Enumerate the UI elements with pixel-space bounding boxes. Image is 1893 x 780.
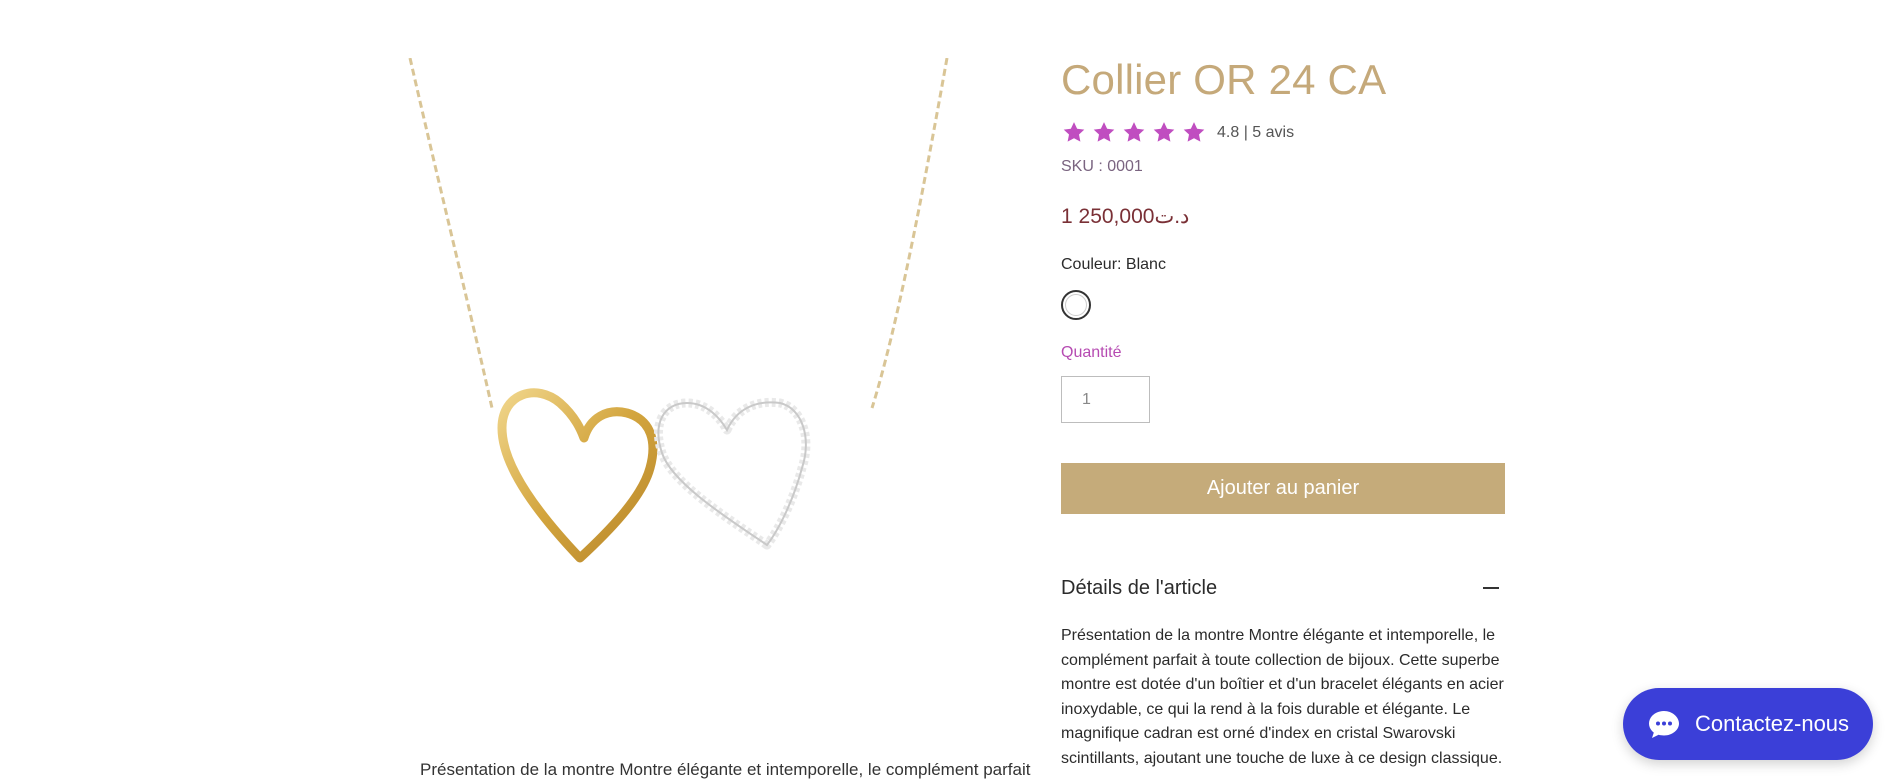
contact-us-label: Contactez-nous [1694, 711, 1850, 736]
details-title: Détails de l'article [1061, 576, 1218, 599]
rating-row[interactable]: 4.8 | 5 avis [1061, 118, 1505, 148]
details-text: Présentation de la montre Montre élégant… [1061, 627, 1504, 767]
star-icon [1183, 122, 1205, 142]
product-title: Collier OR 24 CA [1061, 56, 1387, 103]
star-icon [1153, 122, 1175, 142]
necklace-image [408, 58, 949, 563]
swatch-fill [1065, 294, 1087, 316]
contact-us-button[interactable]: Contactez-nous [1623, 688, 1873, 760]
rating-summary[interactable]: 4.8 | 5 avis [1217, 124, 1294, 142]
description-caption: Présentation de la montre Montre élégant… [0, 760, 1050, 780]
star-icon [1123, 122, 1145, 142]
quantity-label: Quantité [1061, 344, 1122, 361]
rating-stars [1061, 120, 1207, 146]
color-swatch-blanc[interactable] [1061, 290, 1091, 320]
sku-text: SKU : 0001 [1061, 158, 1143, 175]
product-info-panel: Collier OR 24 CA 4.8 | 5 avis SKU : 0001… [1061, 52, 1505, 771]
collapse-icon[interactable] [1483, 587, 1499, 589]
star-icon [1093, 122, 1115, 142]
chat-bubble-icon [1648, 711, 1679, 738]
description-caption-text: Présentation de la montre Montre élégant… [420, 760, 1031, 779]
color-label: Couleur: Blanc [1061, 256, 1166, 273]
add-to-cart-button[interactable]: Ajouter au panier [1061, 463, 1505, 514]
price: 1 250,000د.ت [1061, 205, 1190, 228]
product-image[interactable] [402, 58, 952, 658]
star-icon [1063, 122, 1085, 142]
details-accordion-header[interactable]: Détails de l'article [1061, 572, 1505, 604]
quantity-input[interactable] [1061, 376, 1150, 423]
